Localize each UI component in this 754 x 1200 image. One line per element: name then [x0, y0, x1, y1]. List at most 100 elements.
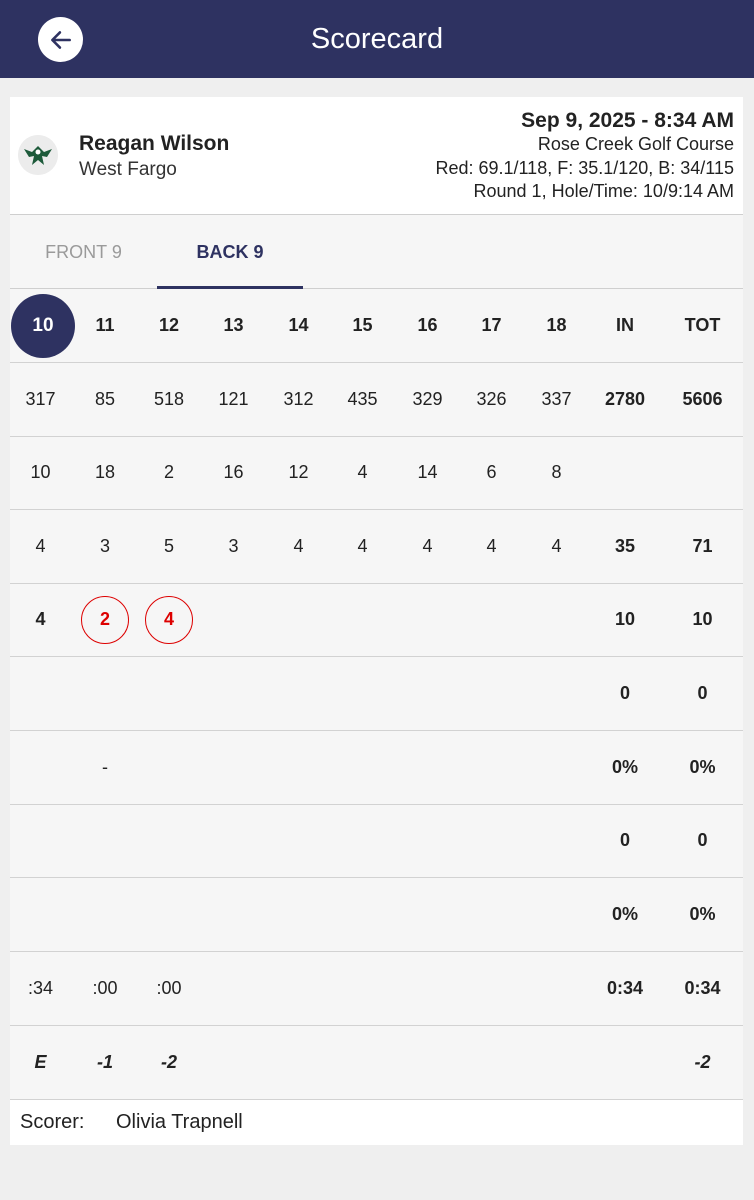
- table-cell: 18: [94, 462, 116, 482]
- player-info: Reagan Wilson West Fargo Sep 9, 2025 - 8…: [10, 97, 743, 215]
- table-cell: [395, 804, 460, 877]
- tab-back-9[interactable]: BACK 9: [157, 215, 303, 289]
- table-cell[interactable]: [330, 583, 395, 656]
- table-cell: [330, 731, 395, 804]
- table-cell: TOT: [684, 315, 721, 335]
- table-cell: [136, 657, 202, 730]
- table-cell: 3: [99, 536, 110, 556]
- table-cell: [459, 804, 524, 877]
- table-cell: 85: [94, 389, 116, 409]
- table-cell: [201, 952, 266, 1025]
- current-hole-indicator[interactable]: 10: [11, 294, 75, 358]
- table-cell: [136, 731, 202, 804]
- scorecard-card: Reagan Wilson West Fargo Sep 9, 2025 - 8…: [10, 97, 743, 1145]
- table-cell: [136, 804, 202, 877]
- team-logo-icon: [18, 135, 58, 175]
- tab-front-9[interactable]: FRONT 9: [10, 215, 157, 289]
- to-par-row: E -1 -2 -2: [10, 1026, 743, 1100]
- table-cell[interactable]: [395, 583, 460, 656]
- table-cell: 5606: [682, 389, 723, 409]
- table-cell: 0: [697, 683, 708, 703]
- table-cell[interactable]: [459, 583, 524, 656]
- table-cell: 0%: [689, 904, 716, 924]
- table-cell: 0: [697, 830, 708, 850]
- scorer-name: Olivia Trapnell: [116, 1111, 243, 1133]
- table-cell: 0:34: [684, 978, 721, 998]
- table-cell: IN: [616, 315, 634, 335]
- table-cell: 4: [357, 536, 368, 556]
- scorer-bar: Scorer: Olivia Trapnell: [10, 1100, 743, 1145]
- table-cell[interactable]: [524, 583, 589, 656]
- table-cell[interactable]: 4: [10, 583, 71, 656]
- table-cell: 329: [412, 389, 443, 409]
- table-cell: [330, 952, 395, 1025]
- table-cell: [588, 1026, 662, 1099]
- table-cell: 0%: [689, 757, 716, 777]
- table-cell: [136, 878, 202, 951]
- table-cell: [662, 436, 743, 509]
- round-info: Sep 9, 2025 - 8:34 AM Rose Creek Golf Co…: [435, 109, 734, 204]
- table-cell: 4: [293, 536, 304, 556]
- table-cell: 518: [153, 389, 185, 409]
- table-cell: 326: [476, 389, 507, 409]
- table-cell: [201, 878, 266, 951]
- table-cell: [395, 952, 460, 1025]
- table-cell: 10: [30, 462, 51, 482]
- table-cell: 6: [486, 462, 497, 482]
- table-cell: 317: [25, 389, 56, 409]
- scorer-label: Scorer:: [20, 1111, 85, 1133]
- table-cell: 14: [288, 315, 309, 335]
- table-cell: 11: [95, 315, 115, 335]
- holes-header-row: 10 11 12 13 14 15 16 17 18 IN TOT: [10, 289, 743, 363]
- table-cell: [395, 657, 460, 730]
- table-cell: [459, 952, 524, 1025]
- tee-info: Red: 69.1/118, F: 35.1/120, B: 34/115: [435, 157, 734, 178]
- table-cell: E: [34, 1052, 47, 1072]
- birdie-score-circle[interactable]: 4: [145, 596, 193, 644]
- table-cell[interactable]: 10: [588, 583, 662, 656]
- tab-back-9-label: BACK 9: [196, 242, 264, 262]
- table-cell: 13: [223, 315, 244, 335]
- table-cell[interactable]: 10: [662, 583, 743, 656]
- table-cell: 3: [228, 536, 239, 556]
- table-cell: [524, 804, 589, 877]
- table-cell: [71, 878, 139, 951]
- table-cell[interactable]: [201, 583, 266, 656]
- table-cell: [10, 878, 71, 951]
- table-cell: [524, 952, 589, 1025]
- table-cell: [266, 878, 331, 951]
- yardage-row: 317 85 518 121 312 435 329 326 337 2780 5606: [10, 363, 743, 437]
- top-bar: Scorecard: [0, 0, 754, 78]
- table-cell: [459, 731, 524, 804]
- page-title: Scorecard: [310, 23, 444, 55]
- table-cell: 12: [288, 462, 309, 482]
- table-cell: 0: [619, 683, 630, 703]
- table-cell: 0%: [611, 904, 638, 924]
- table-cell: [524, 1026, 589, 1099]
- table-cell[interactable]: [266, 583, 331, 656]
- table-cell: 4: [357, 462, 368, 482]
- table-cell: -: [102, 757, 108, 777]
- table-cell: 71: [692, 536, 713, 556]
- table-cell: [71, 804, 139, 877]
- table-cell: [524, 878, 589, 951]
- nine-tabs: FRONT 9 BACK 9: [10, 215, 743, 289]
- handicap-row: 10 18 2 16 12 4 14 6 8: [10, 436, 743, 510]
- table-cell: 17: [481, 315, 502, 335]
- table-cell: 4: [35, 536, 46, 556]
- birdie-score-circle[interactable]: 2: [81, 596, 129, 644]
- table-cell: [330, 657, 395, 730]
- table-cell: [201, 657, 266, 730]
- table-cell: [266, 657, 331, 730]
- table-cell: 16: [223, 462, 244, 482]
- round-hole-time: Round 1, Hole/Time: 10/9:14 AM: [473, 181, 734, 201]
- table-cell: [459, 1026, 524, 1099]
- table-cell: [459, 657, 524, 730]
- table-cell: [266, 731, 331, 804]
- table-cell: [201, 804, 266, 877]
- table-cell: 435: [347, 389, 378, 409]
- table-cell: 0:34: [606, 978, 644, 998]
- table-cell: -2: [160, 1052, 177, 1072]
- table-cell: 5: [163, 536, 174, 556]
- table-cell: [266, 952, 331, 1025]
